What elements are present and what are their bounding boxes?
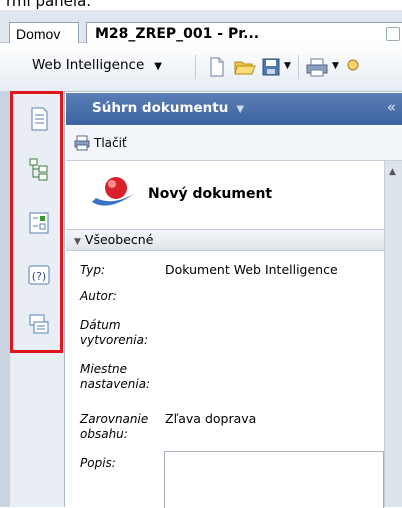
panel-dropdown-icon: ▼	[236, 104, 245, 115]
tab-document-label: M28_ZREP_001 - Pr...	[95, 26, 260, 42]
panel-header: Súhrn dokumentu ▼ «	[66, 93, 402, 125]
save-dropdown-icon[interactable]: ▼	[284, 61, 291, 71]
created-label-line1: Dátum	[80, 318, 121, 332]
open-folder-icon[interactable]	[234, 57, 256, 77]
collapse-panel-icon[interactable]: «	[387, 98, 396, 116]
new-document-icon[interactable]	[208, 57, 226, 77]
tab-document[interactable]: M28_ZREP_001 - Pr...	[86, 22, 402, 44]
separator	[298, 55, 299, 79]
find-icon[interactable]	[346, 57, 360, 77]
alignment-value: Zľava doprava	[165, 411, 257, 426]
collapse-icon: ▼	[74, 237, 81, 247]
chevron-down-icon: ▼	[154, 61, 162, 72]
vertical-scrollbar[interactable]: ▲	[384, 161, 402, 507]
created-label-line2: vytvorenia:	[80, 333, 149, 347]
description-label: Popis:	[80, 456, 116, 470]
document-name: Nový dokument	[148, 186, 273, 202]
locale-label-line1: Miestne	[80, 362, 128, 376]
print-dropdown-icon[interactable]: ▼	[332, 61, 339, 71]
tab-bar: Domov M28_ZREP_001 - Pr...	[0, 10, 402, 44]
web-intelligence-label: Web Intelligence	[32, 57, 145, 73]
print-icon[interactable]	[306, 57, 328, 77]
popout-icon[interactable]	[386, 27, 400, 41]
highlight-box	[10, 91, 63, 353]
web-intelligence-logo-icon	[92, 177, 134, 206]
description-field[interactable]	[164, 451, 384, 508]
type-label: Typ:	[80, 263, 106, 277]
print-button[interactable]: Tlačiť	[94, 136, 127, 150]
alignment-label-line1: Zarovnanie	[80, 412, 149, 426]
caption-fragment: rmi panela.	[6, 0, 92, 10]
main-toolbar: Web Intelligence ▼ ▼ ▼	[0, 43, 402, 92]
section-title: Všeobecné	[84, 232, 154, 247]
tab-home[interactable]: Domov	[9, 22, 79, 44]
scroll-up-icon[interactable]: ▲	[389, 167, 396, 177]
alignment-label-line2: obsahu:	[80, 427, 128, 441]
locale-label-line2: nastavenia:	[80, 377, 151, 391]
panel-title[interactable]: Súhrn dokumentu ▼	[92, 100, 244, 116]
print-icon[interactable]	[74, 135, 90, 151]
type-value: Dokument Web Intelligence	[165, 262, 338, 277]
print-row: Tlačiť	[66, 126, 402, 161]
web-intelligence-menu[interactable]: Web Intelligence ▼	[32, 57, 162, 73]
save-icon[interactable]	[262, 57, 280, 77]
separator	[195, 55, 196, 79]
section-general[interactable]: ▼ Všeobecné	[66, 229, 384, 251]
author-label: Autor:	[80, 289, 117, 303]
